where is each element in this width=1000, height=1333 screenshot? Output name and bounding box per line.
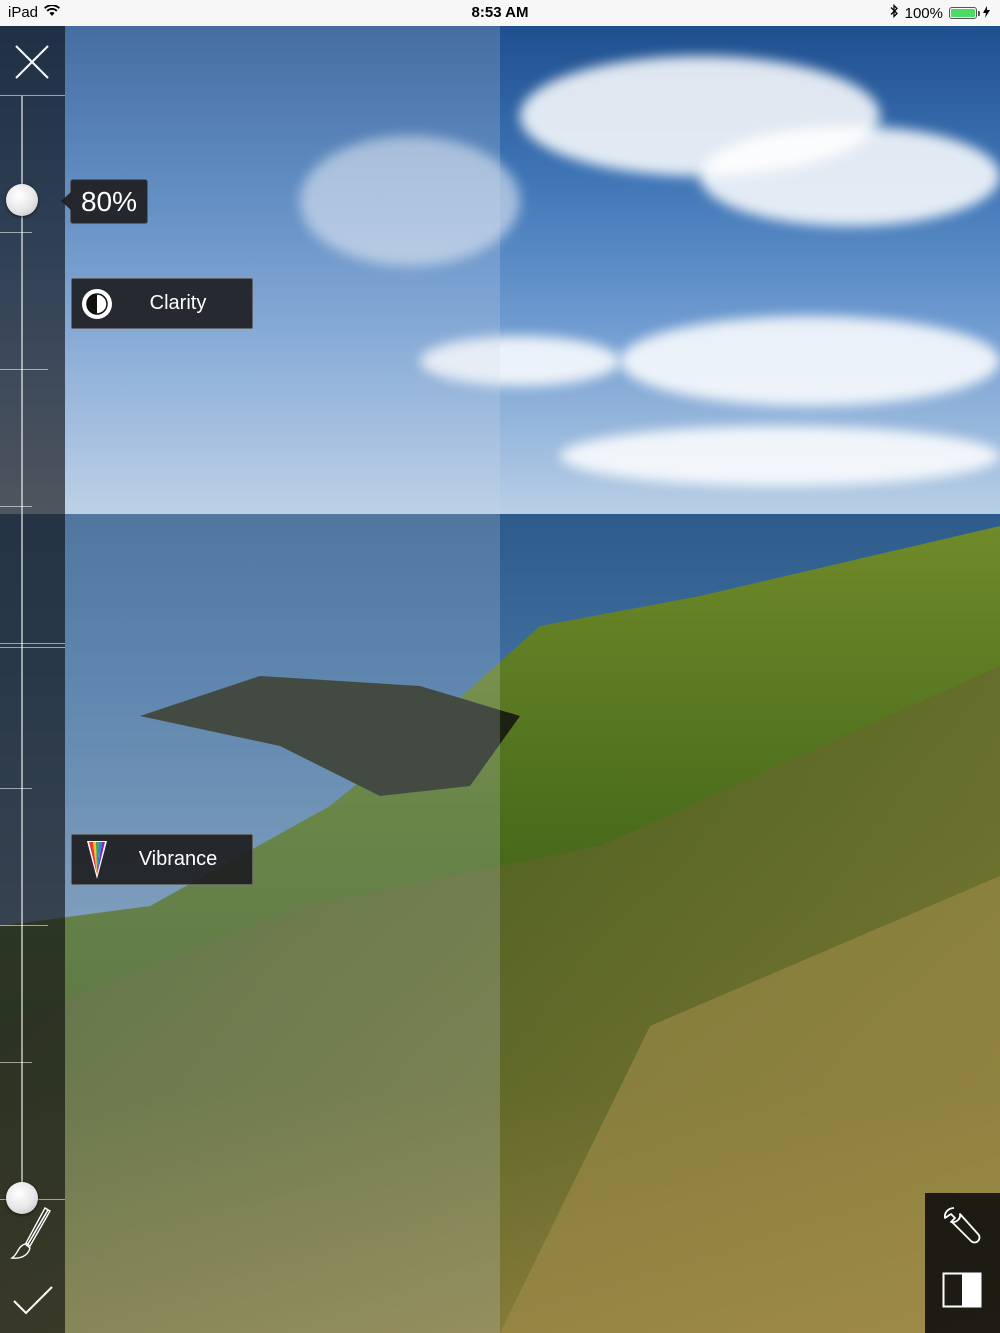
upper-slider-knob[interactable] — [6, 184, 38, 216]
status-bar: iPad 8:53 AM 100% — [0, 0, 1000, 26]
slider-tick — [0, 506, 32, 507]
bluetooth-icon — [890, 3, 899, 22]
close-icon — [15, 45, 49, 79]
slider-tick — [0, 369, 48, 370]
status-time: 8:53 AM — [471, 4, 529, 21]
wrench-icon — [943, 1207, 981, 1244]
slider-value-bubble: 80% — [61, 179, 148, 224]
brush-button[interactable] — [10, 1206, 54, 1264]
checkmark-icon — [13, 1286, 53, 1315]
slider-track[interactable] — [21, 96, 23, 1196]
slider-tick — [0, 643, 65, 644]
vibrance-adjustment-button[interactable]: Vibrance — [71, 834, 253, 885]
battery-percent: 100% — [904, 4, 943, 22]
charging-icon — [983, 5, 990, 22]
brush-icon — [10, 1207, 51, 1259]
slider-tick — [0, 95, 65, 96]
photo-canvas[interactable] — [0, 26, 1000, 1333]
confirm-button[interactable] — [10, 1281, 54, 1321]
battery-icon — [949, 7, 980, 19]
clarity-adjustment-button[interactable]: Clarity — [71, 278, 253, 329]
close-button[interactable] — [10, 40, 54, 84]
slider-tick — [0, 1062, 32, 1063]
split-compare-icon — [942, 1272, 982, 1308]
vibrance-icon — [72, 839, 122, 881]
status-right: 100% — [890, 3, 990, 22]
slider-tick — [0, 925, 48, 926]
compare-button[interactable] — [935, 1263, 989, 1317]
tools-button[interactable] — [935, 1199, 989, 1253]
clarity-icon — [72, 287, 122, 321]
tool-palette — [925, 1193, 1000, 1333]
vibrance-label: Vibrance — [138, 848, 218, 870]
adjustment-slider-panel — [0, 26, 65, 1333]
clarity-label: Clarity — [149, 292, 207, 314]
slider-tick — [0, 788, 32, 789]
slider-tick — [0, 232, 32, 233]
slider-tick — [0, 647, 65, 648]
